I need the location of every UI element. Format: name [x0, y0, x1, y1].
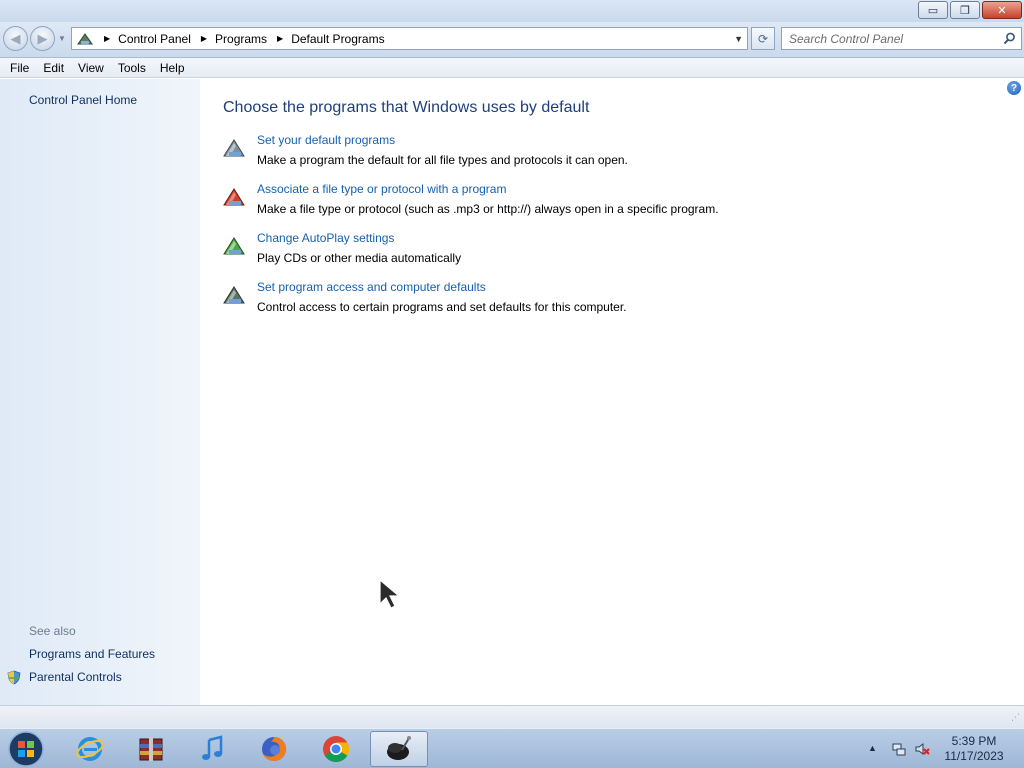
breadcrumb-separator-icon[interactable]: ▶ [277, 34, 283, 43]
minimize-button[interactable]: ▭ [918, 1, 948, 19]
page-title: Choose the programs that Windows uses by… [223, 99, 590, 116]
show-hidden-icons-button[interactable]: ▲ [868, 743, 877, 753]
breadcrumb-control-panel[interactable]: Control Panel [118, 32, 191, 46]
sidebar: Control Panel Home See also Programs and… [0, 79, 200, 705]
back-button[interactable]: ◀ [3, 26, 28, 51]
mouse-cursor-icon [379, 578, 401, 609]
file-association-icon [223, 188, 245, 206]
clock-time: 5:39 PM [951, 734, 997, 748]
resize-grip-icon[interactable]: ⋰ [1011, 712, 1021, 724]
task-item: Associate a file type or protocol with a… [222, 182, 922, 226]
see-also-label: See also [29, 624, 76, 638]
chevron-down-icon: ▼ [58, 34, 66, 43]
search-icon[interactable] [1003, 32, 1016, 45]
firefox-icon [262, 737, 286, 761]
back-arrow-icon: ◀ [10, 30, 21, 46]
system-clock[interactable]: 5:39 PM 11/17/2023 [936, 734, 1012, 764]
taskbar: ▲ 5:39 PM 11/17/2023 [0, 728, 1024, 768]
main-content: ? Choose the programs that Windows uses … [200, 79, 1024, 705]
task-description: Make a file type or protocol (such as .m… [257, 202, 719, 216]
breadcrumb-separator-icon[interactable]: ▶ [201, 34, 207, 43]
set-default-programs-link[interactable]: Set your default programs [257, 133, 395, 147]
menu-edit[interactable]: Edit [36, 61, 71, 75]
recent-pages-dropdown[interactable]: ▼ [58, 34, 66, 43]
chrome-icon [323, 736, 350, 763]
autoplay-icon [223, 237, 245, 255]
task-description: Control access to certain programs and s… [257, 300, 627, 314]
taskbar-internet-explorer[interactable] [64, 731, 116, 767]
control-panel-home-link[interactable]: Control Panel Home [29, 93, 137, 107]
breadcrumb-separator-icon[interactable]: ▶ [104, 34, 110, 43]
task-item: Change AutoPlay settings Play CDs or oth… [222, 231, 922, 275]
menu-tools[interactable]: Tools [111, 61, 153, 75]
close-button[interactable]: ✕ [982, 1, 1022, 19]
parental-controls-link[interactable]: Parental Controls [29, 670, 122, 684]
forward-arrow-icon: ▶ [37, 30, 48, 46]
task-description: Make a program the default for all file … [257, 153, 628, 167]
title-bar: ▭ ❐ ✕ [0, 0, 1024, 22]
taskbar-itunes[interactable] [186, 731, 238, 767]
shield-icon [7, 670, 21, 685]
programs-and-features-link[interactable]: Programs and Features [29, 647, 155, 661]
menu-file[interactable]: File [3, 61, 36, 75]
start-button[interactable] [6, 730, 46, 768]
search-box[interactable] [781, 27, 1022, 50]
refresh-icon: ⟳ [757, 31, 769, 46]
network-icon[interactable] [891, 741, 907, 757]
itunes-icon [202, 735, 223, 760]
menu-help[interactable]: Help [153, 61, 192, 75]
associate-file-type-link[interactable]: Associate a file type or protocol with a… [257, 182, 506, 196]
help-button-label: ? [1010, 82, 1018, 94]
navigation-bar: ◀ ▶ ▼ ▶ Control Panel ▶ Programs ▶ Defau… [0, 22, 1024, 58]
restore-button[interactable]: ❐ [950, 1, 980, 19]
taskbar-firefox[interactable] [248, 731, 300, 767]
help-icon[interactable]: ? [1007, 81, 1021, 95]
control-panel-icon [77, 32, 93, 45]
task-description: Play CDs or other media automatically [257, 251, 462, 265]
close-icon: ✕ [997, 4, 1007, 17]
restore-icon: ❐ [960, 4, 970, 17]
program-access-link[interactable]: Set program access and computer defaults [257, 280, 486, 294]
app-icon [387, 736, 411, 760]
address-bar[interactable]: ▶ Control Panel ▶ Programs ▶ Default Pro… [71, 27, 748, 50]
refresh-button[interactable]: ⟳ [751, 27, 775, 50]
address-dropdown-icon[interactable]: ▼ [734, 34, 743, 44]
change-autoplay-link[interactable]: Change AutoPlay settings [257, 231, 394, 245]
archive-manager-icon [139, 737, 163, 761]
minimize-icon: ▭ [927, 4, 939, 17]
taskbar-archive-manager[interactable] [125, 731, 177, 767]
internet-explorer-icon [76, 737, 104, 761]
search-input[interactable] [789, 31, 999, 46]
status-bar: ⋰ [0, 705, 1024, 728]
taskbar-chrome[interactable] [310, 731, 362, 767]
forward-button[interactable]: ▶ [30, 26, 55, 51]
program-access-icon [223, 286, 245, 304]
breadcrumb-programs[interactable]: Programs [215, 32, 267, 46]
default-programs-icon [223, 139, 245, 157]
menu-bar: File Edit View Tools Help [0, 58, 1024, 78]
task-item: Set your default programs Make a program… [222, 133, 922, 177]
taskbar-active-app[interactable] [370, 731, 428, 767]
window-controls: ▭ ❐ ✕ [918, 1, 1022, 19]
clock-date: 11/17/2023 [944, 749, 1004, 763]
task-item: Set program access and computer defaults… [222, 280, 922, 324]
breadcrumb-default-programs[interactable]: Default Programs [291, 32, 384, 46]
menu-view[interactable]: View [71, 61, 111, 75]
volume-muted-icon[interactable] [914, 741, 930, 757]
